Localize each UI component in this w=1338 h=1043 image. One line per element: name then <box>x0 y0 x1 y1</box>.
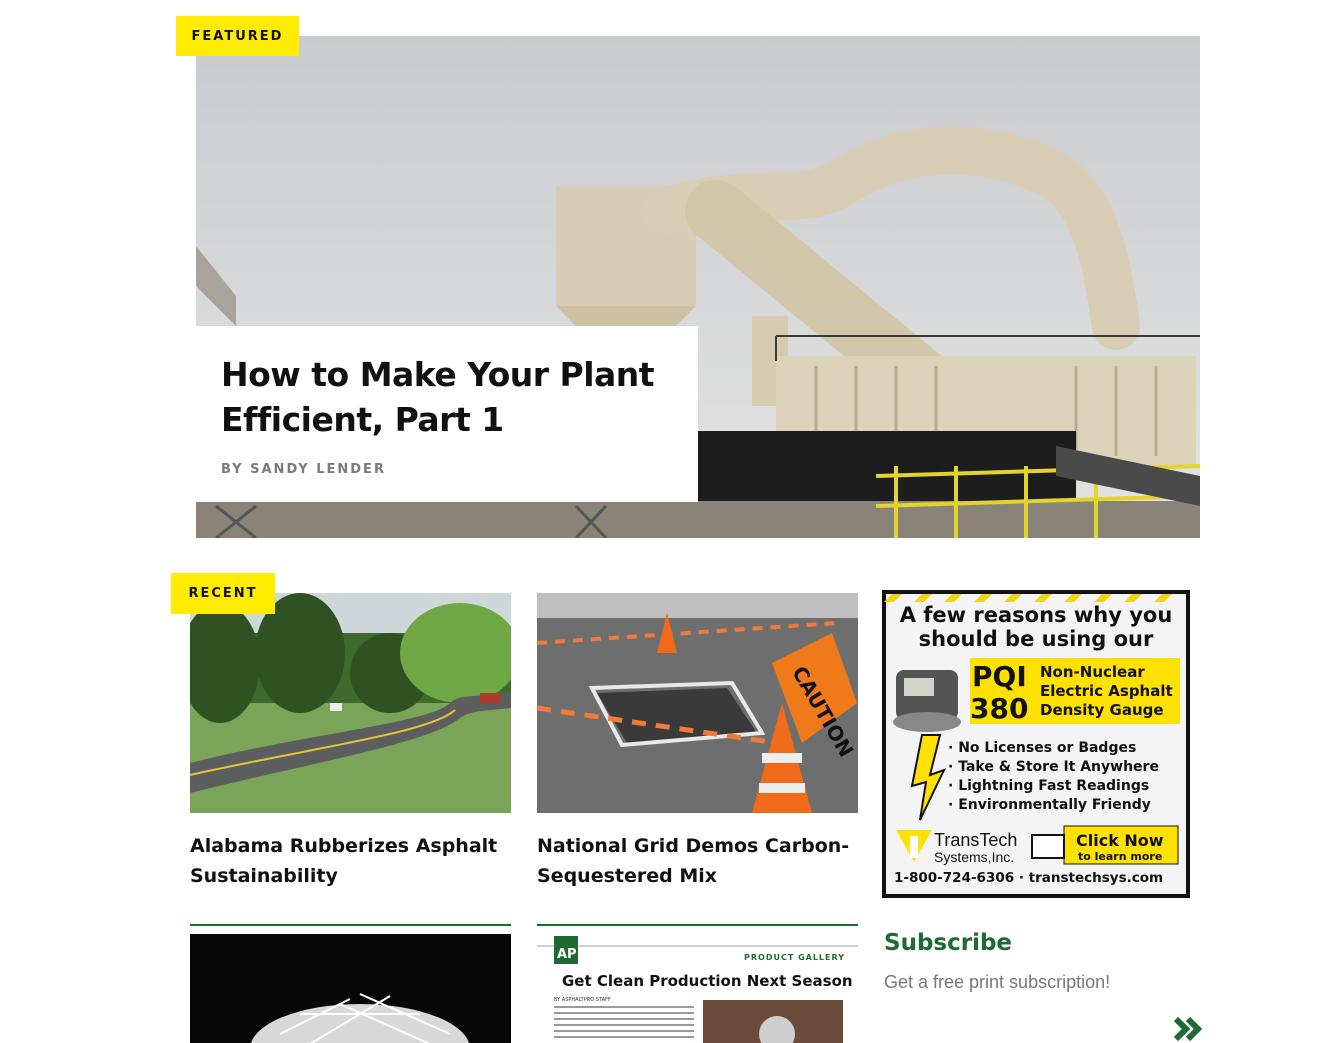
featured-card[interactable]: How to Make Your Plant Efficient, Part 1… <box>196 326 698 502</box>
gallery-byline: BY ASPHALTPRO STAFF <box>554 997 611 1003</box>
article-title[interactable]: Alabama Rubberizes Asphalt Sustainabilit… <box>190 831 511 906</box>
article-thumbnail[interactable]: AP PRODUCT GALLERY Get Clean Production … <box>537 934 858 1043</box>
ad-model: PQI <box>972 660 1027 693</box>
article-thumbnail[interactable] <box>190 593 511 813</box>
double-chevron-right-icon[interactable] <box>1172 1014 1206 1043</box>
ad-brand-line1: TransTech <box>934 830 1017 850</box>
article-thumbnail[interactable] <box>190 934 511 1043</box>
ad-cta-line2: to learn more <box>1078 850 1162 863</box>
ad-brand-line2: Systems,Inc. <box>934 849 1014 865</box>
featured-tag: Featured <box>176 16 299 56</box>
article-divider <box>190 924 511 926</box>
ad-bullet: · Environmentally Friendy <box>948 797 1151 813</box>
ap-badge-text: AP <box>557 947 577 962</box>
ad-cta-line1: Click Now <box>1076 831 1164 850</box>
featured-title[interactable]: How to Make Your Plant Efficient, Part 1 <box>221 352 673 442</box>
featured-byline: By Sandy Lender <box>221 462 386 477</box>
article-divider <box>537 924 858 926</box>
transtech-ad[interactable]: A few reasons why you should be using ou… <box>882 590 1190 898</box>
ad-product-line2: Electric Asphalt <box>1040 682 1173 700</box>
ad-headline-line2: should be using our <box>919 627 1154 651</box>
article-thumbnail[interactable]: CAUTION <box>537 593 858 813</box>
ad-product-line3: Density Gauge <box>1040 701 1164 719</box>
ad-headline-line1: A few reasons why you <box>900 603 1173 627</box>
ad-product-line1: Non-Nuclear <box>1040 663 1145 681</box>
article-card[interactable]: Alabama Rubberizes Asphalt Sustainabilit… <box>190 593 511 926</box>
ad-model-number: 380 <box>970 692 1028 725</box>
subscribe-text: Get a free print subscription! <box>884 972 1111 992</box>
recent-tag: Recent <box>171 573 275 614</box>
gallery-label: PRODUCT GALLERY <box>744 953 845 962</box>
ad-bullet: · Lightning Fast Readings <box>948 778 1149 794</box>
subscribe-title[interactable]: Subscribe <box>884 930 1012 956</box>
article-card[interactable]: CAUTION National Grid Demos Carbon-Seque… <box>537 593 858 926</box>
ad-bullet: · No Licenses or Badges <box>948 740 1136 756</box>
gallery-headline: Get Clean Production Next Season <box>562 972 853 990</box>
ad-bullet: · Take & Store It Anywhere <box>948 759 1159 775</box>
article-title[interactable]: National Grid Demos Carbon-Sequestered M… <box>537 831 858 906</box>
ad-contact: 1-800-724-6306 · transtechsys.com <box>894 870 1163 886</box>
